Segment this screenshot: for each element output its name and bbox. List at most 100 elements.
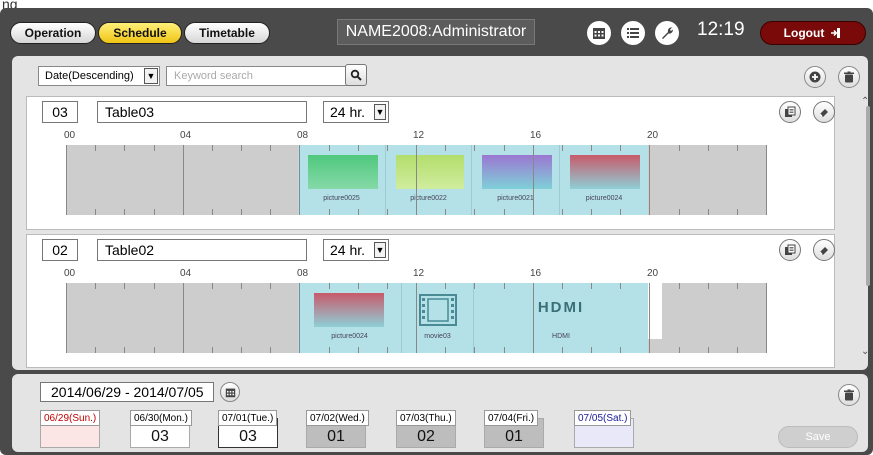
timeline-item[interactable]: HDMI HDMI xyxy=(474,283,648,353)
thumbnail xyxy=(308,155,378,189)
timeline-tick xyxy=(474,209,475,215)
timeline-tick xyxy=(504,209,505,215)
clear-button[interactable] xyxy=(813,101,835,123)
copy-button[interactable] xyxy=(779,239,801,261)
duration-select[interactable]: 24 hr. ▼ xyxy=(323,239,389,261)
app-window: Operation Schedule Timetable NAME2008:Ad… xyxy=(0,8,873,455)
thumbnail xyxy=(314,293,384,327)
thumbnail xyxy=(396,155,464,189)
table-number[interactable]: 02 xyxy=(42,239,78,261)
timeline-item[interactable]: picture0022 xyxy=(386,145,472,215)
add-button[interactable] xyxy=(804,66,826,88)
day-wed[interactable]: 07/02(Wed.) 01 xyxy=(306,410,369,448)
day-label: 07/05(Sat.) xyxy=(574,410,632,426)
search-input[interactable] xyxy=(166,66,352,86)
delete-button[interactable] xyxy=(838,66,860,88)
day-label: 07/01(Tue.) xyxy=(218,410,278,426)
save-button[interactable]: Save xyxy=(778,426,858,448)
timeline-tick xyxy=(358,209,359,215)
timeline-tick xyxy=(649,145,650,215)
tab-timetable[interactable]: Timetable xyxy=(184,22,270,44)
app-title: NAME2008:Administrator xyxy=(337,19,535,45)
day-thu[interactable]: 07/03(Thu.) 02 xyxy=(396,410,456,448)
table-name[interactable]: Table02 xyxy=(97,239,307,261)
timeline-tick xyxy=(474,283,475,289)
thumbnail xyxy=(570,155,640,189)
sort-select[interactable]: Date(Descending) ▼ xyxy=(38,66,160,86)
timeline-tick xyxy=(358,283,359,289)
tab-schedule[interactable]: Schedule xyxy=(98,22,182,44)
timeline-tick xyxy=(329,283,330,289)
tab-operation[interactable]: Operation xyxy=(10,22,96,44)
week-panel: 2014/06/29 - 2014/07/05 06/29(Sun.) 06/3… xyxy=(12,374,868,452)
table-card-03: 03 Table03 24 hr. ▼ 00 04 08 12 16 20 pi… xyxy=(26,96,835,230)
timeline-tick xyxy=(387,347,388,353)
delete-week-button[interactable] xyxy=(838,384,860,406)
day-label: 07/04(Fri.) xyxy=(484,410,539,426)
timeline-track[interactable]: picture0025 picture0022 picture0021 pict… xyxy=(66,145,767,215)
day-mon[interactable]: 06/30(Mon.) 03 xyxy=(130,410,192,448)
table-number[interactable]: 03 xyxy=(42,101,78,123)
timeline-tick xyxy=(591,209,592,215)
timeline-tick xyxy=(124,347,125,353)
table-name[interactable]: Table03 xyxy=(97,101,307,123)
eraser-icon xyxy=(819,247,828,255)
timeline-tick xyxy=(591,283,592,289)
timeline-tick xyxy=(154,145,155,151)
timeline-tick xyxy=(124,209,125,215)
table-card-02: 02 Table02 24 hr. ▼ 00 04 08 12 16 20 pi… xyxy=(26,234,835,368)
day-label: 07/03(Thu.) xyxy=(396,410,456,426)
sort-select-value: Date(Descending) xyxy=(45,70,134,82)
scrollbar-thumb[interactable] xyxy=(866,106,870,286)
scroll-down-arrow[interactable]: ⌄ xyxy=(861,346,869,357)
timeline-tick xyxy=(562,283,563,289)
timeline-item[interactable]: movie03 xyxy=(402,283,474,353)
calendar-picker-button[interactable] xyxy=(220,382,240,402)
timeline-tick xyxy=(95,209,96,215)
timeline-tick xyxy=(416,145,417,215)
timeline-tick xyxy=(766,145,767,215)
calendar-icon xyxy=(593,28,605,39)
timeline-item[interactable]: picture0024 xyxy=(298,283,402,353)
timeline-tick xyxy=(212,145,213,151)
film-icon xyxy=(419,294,457,326)
timeline-tick xyxy=(241,347,242,353)
timeline-tick xyxy=(95,145,96,151)
hour-label: 20 xyxy=(647,130,659,141)
copy-button[interactable] xyxy=(779,101,801,123)
timeline-tick xyxy=(154,347,155,353)
timeline-active-block: picture0024 movie03 HDMI HDMI xyxy=(298,283,648,353)
timeline-item[interactable]: picture0024 xyxy=(560,145,648,215)
day-fri[interactable]: 07/04(Fri.) 01 xyxy=(484,410,544,448)
timeline-item[interactable]: picture0021 xyxy=(472,145,560,215)
day-sat[interactable]: 07/05(Sat.) xyxy=(574,410,634,448)
timeline-tick xyxy=(241,283,242,289)
timeline-tick xyxy=(591,145,592,151)
item-label: picture0024 xyxy=(585,195,623,202)
search-button[interactable] xyxy=(345,64,367,86)
calendar-button[interactable] xyxy=(587,21,611,45)
settings-button[interactable] xyxy=(655,21,679,45)
timeline-item[interactable]: picture0025 xyxy=(298,145,386,215)
duration-select[interactable]: 24 hr. ▼ xyxy=(323,101,389,123)
timeline-tick xyxy=(95,347,96,353)
day-sun[interactable]: 06/29(Sun.) xyxy=(40,410,101,448)
timeline-tick xyxy=(445,145,446,151)
timeline-tick xyxy=(270,347,271,353)
timeline-tick xyxy=(533,283,534,353)
day-tue[interactable]: 07/01(Tue.) 03 xyxy=(218,410,278,448)
clear-button[interactable] xyxy=(813,239,835,261)
trash-icon xyxy=(844,389,854,401)
logout-button[interactable]: Logout xyxy=(760,21,866,45)
timeline-tick xyxy=(562,347,563,353)
chevron-down-icon: ▼ xyxy=(374,242,386,258)
timeline-tick xyxy=(737,347,738,353)
trash-icon xyxy=(844,71,854,83)
search-icon xyxy=(350,69,362,81)
list-button[interactable] xyxy=(621,21,645,45)
timeline-track[interactable]: picture0024 movie03 HDMI HDMI xyxy=(66,283,767,353)
wrench-icon xyxy=(662,27,673,39)
timeline-tick xyxy=(708,145,709,151)
timeline-tick xyxy=(241,145,242,151)
timeline-tick xyxy=(154,209,155,215)
